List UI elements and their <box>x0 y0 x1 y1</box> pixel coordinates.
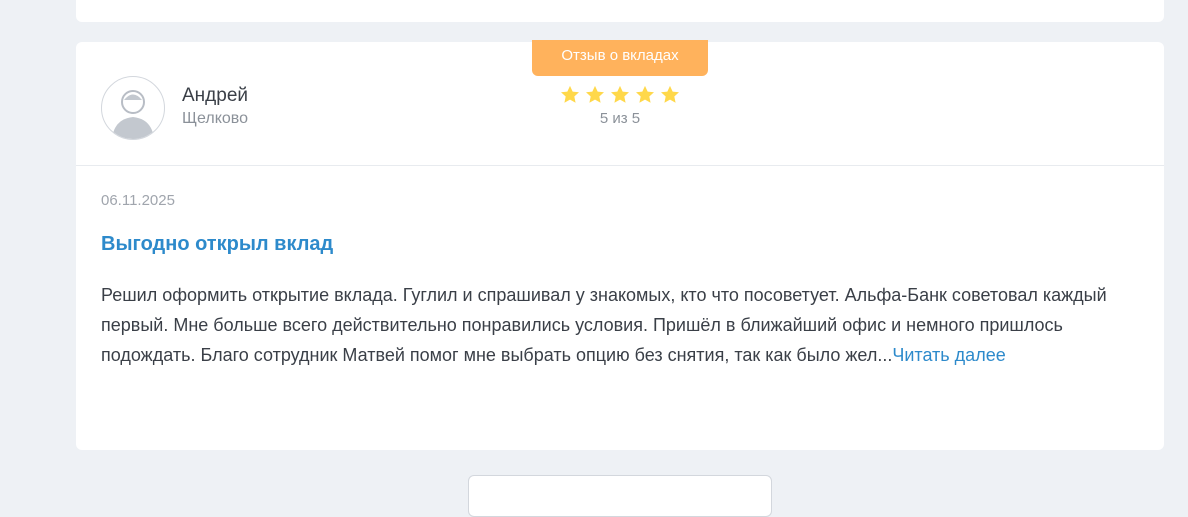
star-icon <box>661 85 679 103</box>
star-icon <box>561 85 579 103</box>
review-text: Решил оформить открытие вклада. Гуглил и… <box>101 280 1141 370</box>
category-tag[interactable]: Отзыв о вкладах <box>532 40 708 76</box>
user-icon <box>112 90 154 139</box>
previous-review-card <box>76 0 1164 22</box>
rating-text: 5 из 5 <box>599 110 641 127</box>
avatar <box>101 76 165 140</box>
author-city: Щелково <box>182 110 248 127</box>
author-name: Андрей <box>182 85 248 106</box>
star-icon <box>636 85 654 103</box>
star-rating <box>556 84 684 106</box>
review-card: Андрей Щелково 5 из 5 Отзыв о вкладах 06… <box>76 40 1164 450</box>
review-title[interactable]: Выгодно открыл вклад <box>101 233 333 256</box>
read-more-link[interactable]: Читать далее <box>892 345 1005 365</box>
show-more-button[interactable] <box>468 475 772 517</box>
star-icon <box>611 85 629 103</box>
star-icon <box>586 85 604 103</box>
review-date: 06.11.2025 <box>101 192 175 209</box>
rating: 5 из 5 <box>556 84 684 127</box>
